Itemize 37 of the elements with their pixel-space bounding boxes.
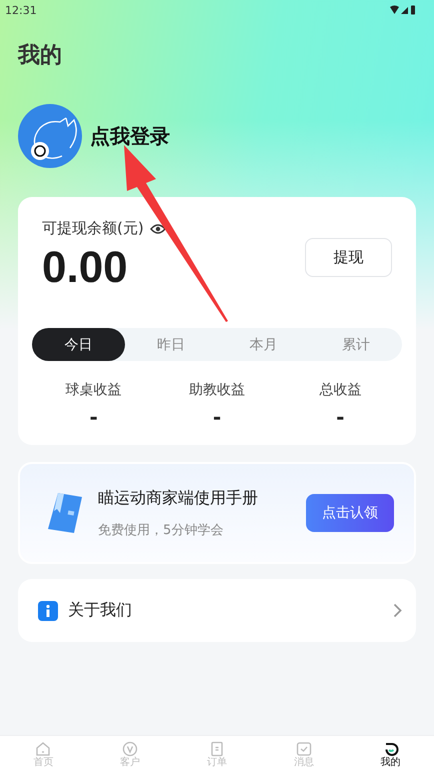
status-time: 12:31: [5, 4, 37, 16]
menu-label: 关于我们: [68, 600, 133, 621]
menu-item[interactable]: 关于我们: [18, 579, 416, 642]
period-tab[interactable]: 今日: [32, 328, 124, 361]
check-box-icon: [296, 740, 312, 756]
balance-label: 可提现余额(元): [42, 219, 144, 238]
period-tab[interactable]: 累计: [310, 328, 402, 361]
chevron-icon: [393, 603, 402, 618]
info-icon: [38, 600, 58, 620]
home-icon: [35, 740, 52, 756]
manual-subtitle: 免费使用，5分钟学会: [98, 522, 224, 538]
v-badge-icon: [122, 740, 138, 756]
stat-value: -: [90, 405, 98, 429]
stat-label: 助教收益: [188, 381, 245, 399]
avatar-icon[interactable]: [18, 104, 82, 168]
balance-amount: 0.00: [42, 242, 129, 294]
book-icon: [46, 491, 84, 535]
page-title: 我的: [18, 42, 63, 70]
claim-button[interactable]: 点击认领: [306, 494, 394, 532]
stat-value: -: [336, 405, 344, 429]
face-icon: [382, 740, 399, 756]
eye-icon[interactable]: [150, 222, 166, 234]
withdraw-button[interactable]: 提现: [305, 238, 392, 277]
nav-item[interactable]: 订单: [174, 736, 260, 772]
nav-item[interactable]: 首页: [0, 736, 87, 772]
period-tab[interactable]: 昨日: [124, 328, 217, 361]
period-tab[interactable]: 本月: [217, 328, 310, 361]
manual-title: 瞄运动商家端使用手册: [98, 488, 259, 508]
nav-item[interactable]: 消息: [260, 736, 348, 772]
stat-label: 球桌收益: [66, 381, 122, 399]
nav-item[interactable]: 我的: [347, 736, 434, 772]
stat-value: -: [212, 405, 222, 429]
document-icon: [208, 740, 225, 756]
stat-label: 总收益: [319, 381, 362, 399]
status-icons: [390, 5, 416, 15]
nav-item[interactable]: 客户: [86, 736, 174, 772]
login-link[interactable]: 点我登录: [90, 122, 170, 150]
